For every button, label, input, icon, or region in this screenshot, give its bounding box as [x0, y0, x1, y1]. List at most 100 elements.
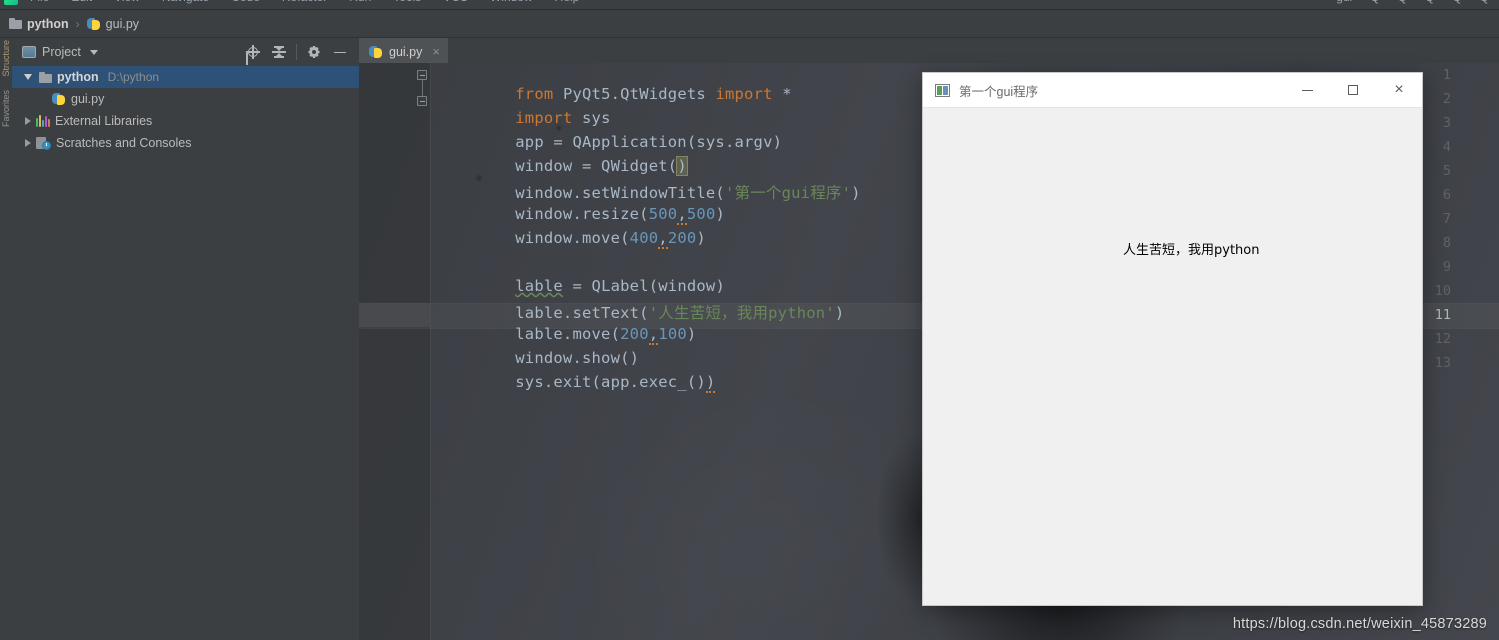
hide-panel-button[interactable] — [327, 40, 353, 64]
code-fold-marker[interactable] — [417, 70, 427, 80]
python-file-icon — [369, 45, 383, 59]
code-fold-line — [422, 80, 423, 96]
chevron-right-icon[interactable] — [25, 117, 31, 125]
toolbar-action-run[interactable]: Q — [1370, 0, 1379, 4]
qt-maximize-button[interactable] — [1330, 73, 1376, 108]
qt-window-controls: × — [1284, 73, 1422, 108]
qt-minimize-button[interactable] — [1284, 73, 1330, 108]
tool-window-button-structure[interactable]: Structure — [1, 40, 11, 77]
project-panel-toolbar — [240, 38, 353, 66]
locate-file-button[interactable] — [240, 40, 266, 64]
project-panel-header: Project — [12, 38, 359, 67]
toolbar-action-debug[interactable]: Q — [1398, 0, 1407, 4]
code-fold-marker[interactable] — [417, 96, 427, 106]
breadcrumb-file-label: gui.py — [105, 16, 140, 31]
folder-icon — [39, 71, 52, 83]
line-number: 8 — [1442, 235, 1451, 251]
menu-item-edit[interactable]: Edit — [71, 0, 92, 4]
qt-app-icon — [935, 83, 950, 97]
chevron-down-icon[interactable] — [24, 74, 32, 80]
qt-close-button[interactable]: × — [1376, 73, 1422, 108]
main-toolbar-actions: gui Q Q Q Q Q — [1336, 0, 1489, 4]
chevron-down-icon[interactable] — [89, 49, 98, 55]
gear-icon — [307, 45, 321, 59]
chevron-right-icon[interactable] — [25, 139, 31, 147]
collapse-all-icon — [272, 45, 286, 59]
close-icon: × — [1394, 81, 1404, 98]
project-tool-window: Project python D:\python gui.py External… — [12, 38, 360, 640]
minimize-icon — [333, 45, 347, 59]
line-number: 6 — [1442, 187, 1451, 203]
menu-item-code[interactable]: Code — [231, 0, 260, 4]
line-number: 2 — [1442, 91, 1451, 107]
line-number: 7 — [1442, 211, 1451, 227]
toolbar-action-settings[interactable]: Q — [1480, 0, 1489, 4]
line-number: 4 — [1442, 139, 1451, 155]
scratches-icon — [36, 136, 51, 150]
project-settings-button[interactable] — [301, 40, 327, 64]
menu-item-navigate[interactable]: Navigate — [162, 0, 209, 4]
minimize-icon — [1301, 89, 1313, 91]
breadcrumb-project-label: python — [27, 16, 69, 31]
menu-item-tools[interactable]: Tools — [393, 0, 421, 4]
editor-tab-strip: gui.py × — [359, 38, 1499, 63]
editor-tab-gui-py[interactable]: gui.py × — [359, 38, 448, 63]
project-tree: python D:\python gui.py External Librari… — [12, 66, 359, 154]
libraries-icon — [36, 115, 50, 127]
line-number: 10 — [1434, 283, 1451, 299]
line-number: 3 — [1442, 115, 1451, 131]
line-number: 13 — [1434, 355, 1451, 371]
breadcrumb-file[interactable]: gui.py — [84, 16, 142, 32]
toolbar-divider — [296, 44, 297, 60]
code-line-13: sys.exit(app.exec_()) — [515, 373, 716, 393]
close-icon[interactable]: × — [432, 44, 440, 59]
tree-node-label: gui.py — [71, 92, 105, 106]
pycharm-screenshot: File Edit View Navigate Code Refactor Ru… — [0, 0, 1499, 640]
project-panel-title: Project — [42, 45, 81, 59]
tree-node-label: Scratches and Consoles — [56, 136, 192, 150]
menu-item-view[interactable]: View — [114, 0, 140, 4]
qt-application-window[interactable]: 第一个gui程序 × 人生苦短，我用python — [923, 73, 1422, 605]
toolbar-action-run-config[interactable]: gui — [1336, 0, 1352, 4]
qt-window-title-bar[interactable]: 第一个gui程序 × — [923, 73, 1422, 108]
line-number: 9 — [1442, 259, 1451, 275]
tree-node-label: External Libraries — [55, 114, 153, 128]
toolbar-action-stop[interactable]: Q — [1425, 0, 1434, 4]
qt-window-title: 第一个gui程序 — [959, 84, 1039, 99]
folder-icon — [9, 18, 22, 29]
line-number: 1 — [1442, 67, 1451, 83]
python-file-icon — [86, 17, 101, 31]
tree-node-external-libraries[interactable]: External Libraries — [12, 110, 359, 132]
menu-item-run[interactable]: Run — [349, 0, 371, 4]
tree-node-label: python — [57, 70, 99, 84]
toolbar-action-search[interactable]: Q — [1452, 0, 1461, 4]
python-file-icon — [52, 92, 66, 106]
tool-window-button-favorites[interactable]: Favorites — [1, 90, 11, 127]
tree-node-gui-py[interactable]: gui.py — [12, 88, 359, 110]
watermark: https://blog.csdn.net/weixin_45873289 — [1232, 616, 1487, 632]
maximize-icon — [1348, 85, 1358, 95]
menu-bar-items: File Edit View Navigate Code Refactor Ru… — [30, 0, 579, 4]
qt-window-body: 人生苦短，我用python — [923, 108, 1422, 605]
locate-icon — [246, 45, 260, 59]
project-panel-title-group[interactable]: Project — [22, 45, 98, 59]
tree-node-path: D:\python — [107, 70, 160, 84]
navigation-bar: python › gui.py — [0, 10, 1499, 38]
qt-label: 人生苦短，我用python — [1123, 243, 1260, 258]
menu-item-help[interactable]: Help — [555, 0, 580, 4]
menu-item-file[interactable]: File — [30, 0, 49, 4]
tree-node-scratches-and-consoles[interactable]: Scratches and Consoles — [12, 132, 359, 154]
collapse-all-button[interactable] — [266, 40, 292, 64]
line-number: 11 — [1434, 307, 1451, 323]
menu-item-window[interactable]: Window — [490, 0, 533, 4]
menu-item-refactor[interactable]: Refactor — [282, 0, 327, 4]
line-number: 5 — [1442, 163, 1451, 179]
editor-tab-label: gui.py — [389, 44, 423, 59]
breadcrumb-separator: › — [75, 16, 80, 31]
breadcrumb-project[interactable]: python — [6, 16, 72, 32]
menu-bar: File Edit View Navigate Code Refactor Ru… — [0, 0, 1499, 10]
menu-item-vcs[interactable]: VCS — [443, 0, 468, 4]
line-number-gutter — [359, 63, 431, 640]
project-icon — [22, 46, 36, 58]
tree-node-python[interactable]: python D:\python — [12, 66, 359, 88]
